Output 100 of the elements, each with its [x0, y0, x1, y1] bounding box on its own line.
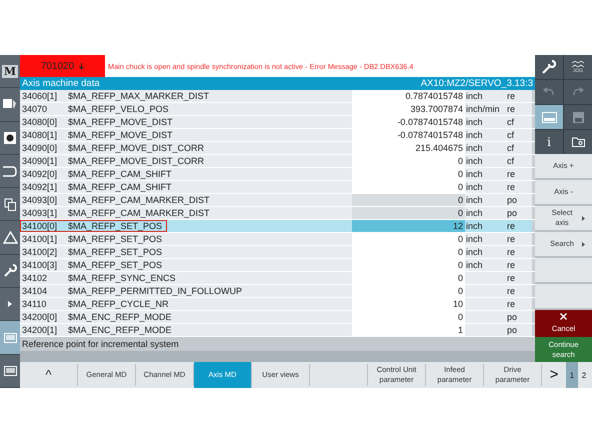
folder-icon [572, 137, 584, 147]
warning-icon [2, 231, 18, 244]
value-field[interactable]: 393.7007874 [352, 103, 465, 115]
table-cell-text: $MA_REFP_VELO_POS [68, 104, 170, 114]
table-cell-text: 34104 [21, 286, 48, 296]
table-cell-text: 34080[1] [21, 130, 58, 140]
sidebar-button[interactable] [0, 321, 20, 355]
table-cell-text: 34092[0] [21, 169, 58, 179]
close-icon [560, 313, 567, 320]
value-field[interactable]: 10 [352, 298, 465, 310]
screen-icon [4, 332, 16, 343]
value-field[interactable]: 0 [352, 207, 465, 219]
table-cell-text: 34080[0] [21, 117, 58, 127]
table-cell-text: 34102 [21, 273, 48, 283]
arrow-right-icon [8, 301, 12, 308]
table-cell-text: inch [465, 116, 484, 128]
value-field[interactable]: 0 [352, 246, 465, 258]
copy-icon [4, 198, 16, 211]
table-cell-text: $MA_REFP_MAX_MARKER_DIST [68, 91, 210, 101]
bracket-icon [3, 166, 17, 177]
table-cell-text: $MA_REFP_CAM_SHIFT [68, 169, 173, 179]
table-cell-text: inch [465, 220, 484, 232]
value-field[interactable]: 1 [352, 324, 465, 336]
page-button[interactable]: 1 [566, 362, 578, 388]
table-cell-text: $MA_REFP_SYNC_ENCS [68, 273, 177, 283]
table-cell-text: inch [465, 155, 484, 167]
table-cell-text: $MA_REFP_MOVE_DIST [68, 130, 174, 140]
table-cell-text: $MA_ENC_REFP_MODE [68, 312, 173, 322]
undo-icon [543, 87, 555, 97]
table-cell-text: $MA_REFP_PERMITTED_IN_FOLLOWUP [68, 286, 244, 296]
screen-icon [542, 112, 556, 122]
value-field[interactable]: 0 [352, 155, 465, 167]
table-cell-text: $MA_REFP_MOVE_DIST_CORR [68, 156, 206, 166]
target-icon [4, 132, 16, 144]
table-cell-text: inch [465, 233, 484, 245]
table-cell-text: inch [465, 194, 484, 206]
table-cell-text: 34092[1] [21, 182, 58, 192]
softkey[interactable]: > [542, 364, 566, 386]
value-field[interactable]: 0 [352, 168, 465, 180]
alarm-number[interactable]: 701020 [20, 55, 105, 77]
table-cell-text: $MA_REFP_MOVE_DIST [68, 117, 174, 127]
table-cell-text: inch [465, 142, 484, 154]
value-field[interactable]: 215.404675 [352, 142, 465, 154]
table-cell-text: 34090[0] [21, 143, 58, 153]
value-field[interactable]: 0 [352, 272, 465, 284]
table-cell-text: 34200[1] [21, 325, 58, 335]
table-cell-text: 34093[1] [21, 208, 58, 218]
table-cell-text: $MA_REFP_CAM_MARKER_DIST [68, 208, 211, 218]
table-cell-text: inch [465, 246, 484, 258]
table-cell-text: inch [465, 168, 484, 180]
arrow-down-icon [79, 62, 84, 70]
table-cell-text: $MA_REFP_CAM_SHIFT [68, 182, 173, 192]
value-field[interactable]: -0.07874015748 [352, 129, 465, 141]
table-cell-text: inch [465, 259, 484, 271]
value-field[interactable]: 0 [352, 181, 465, 193]
value-field[interactable]: 0 [352, 233, 465, 245]
value-field[interactable]: 0 [352, 194, 465, 206]
table-cell-text: 34100[1] [21, 234, 58, 244]
table-cell-text: 34100[3] [21, 260, 58, 270]
table-cell-text: 34060[1] [21, 91, 58, 101]
table-cell-text: $MA_REFP_MOVE_DIST_CORR [68, 143, 206, 153]
value-field[interactable]: 0 [352, 259, 465, 271]
value-field[interactable]: 0.7874015748 [352, 90, 465, 102]
table-cell-text: $MA_REFP_SET_POS [68, 234, 164, 244]
redo-icon [572, 87, 584, 97]
table-cell-text: 34110 [21, 299, 48, 309]
save-icon [572, 112, 584, 122]
toolbar-button[interactable]: i [535, 130, 563, 154]
table-cell-text: inch [465, 129, 484, 141]
arrow-right-icon [582, 216, 585, 220]
wrench-icon [542, 60, 556, 74]
screen-icon [4, 366, 16, 376]
table-cell-text: 34100[0] [21, 221, 58, 231]
table-cell-text: 34070 [21, 104, 48, 114]
table-cell-text: $MA_REFP_CYCLE_NR [68, 299, 170, 309]
table-cell-text: $MA_REFP_CAM_MARKER_DIST [68, 195, 211, 205]
table-row[interactable]: 34100[0] $MA_REFP_SET_POS 12 inch re [20, 220, 535, 233]
document-icon [3, 98, 17, 110]
arrow-right-icon [582, 242, 585, 246]
toolbar-button[interactable] [535, 55, 563, 79]
status-bar: Reference point for incremental system [20, 337, 535, 351]
value-field[interactable]: 0 [352, 285, 465, 297]
value-field[interactable]: 0 [352, 311, 465, 323]
page-button[interactable]: 2 [578, 362, 590, 388]
value-field[interactable]: -0.07874015748 [352, 116, 465, 128]
softkey[interactable]: ^ [20, 364, 78, 386]
axis-name: AX10:MZ2/SERVO_3.13:3 [420, 78, 533, 89]
table-cell-text: 34100[2] [21, 247, 58, 257]
toolbar-button[interactable] [564, 130, 592, 154]
table-cell-text: 34090[1] [21, 156, 58, 166]
table-cell-text: $MA_REFP_SET_POS [68, 260, 164, 270]
zigzag-icon [572, 60, 584, 68]
table-cell-text: $MA_ENC_REFP_MODE [68, 325, 173, 335]
wrench-icon [4, 264, 16, 278]
table-cell-text: 34093[0] [21, 195, 58, 205]
table-cell-text: 34200[0] [21, 312, 58, 322]
table-cell-text: inch [465, 181, 484, 193]
table-cell-text: $MA_REFP_SET_POS [68, 221, 164, 231]
value-field[interactable]: 12 [352, 220, 465, 232]
info-icon: i [547, 135, 551, 149]
